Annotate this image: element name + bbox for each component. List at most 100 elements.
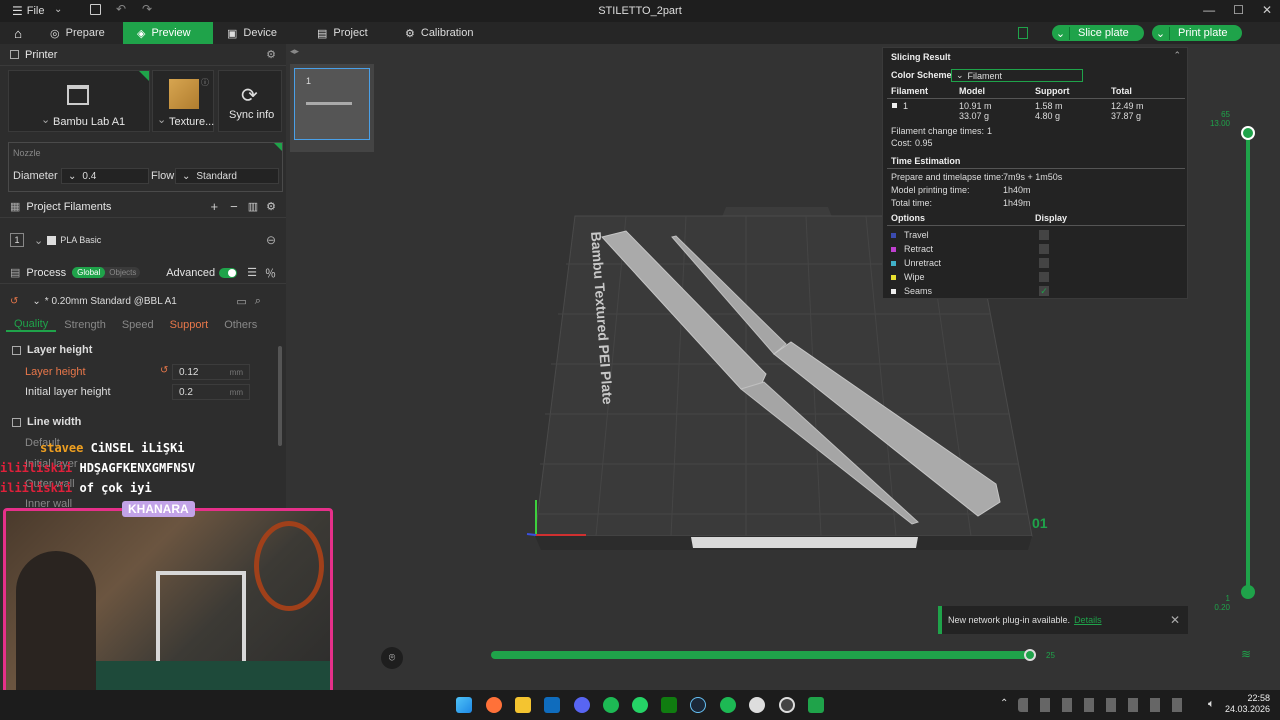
initial-layer-height-input[interactable]: 0.2 mm [172,384,250,400]
layer-height-reset-icon[interactable]: ↺ [160,365,168,376]
plate-dropdown-icon[interactable]: ⌄ [157,113,166,126]
overlay-message-2: HDŞAGFKENXGMFNSV [79,461,196,475]
chatgpt-icon[interactable] [749,697,765,713]
process-section-header: ▤ Process Global Objects Advanced ☰ ％ [0,262,286,284]
option-seams-checkbox[interactable]: ✓ [1039,286,1049,296]
tab-prepare[interactable]: ◎ Prepare [36,22,123,44]
discord-icon[interactable] [574,697,590,713]
filament-header-icon: ▦ [10,201,21,213]
print-plate-button[interactable]: ⌄ Print plate [1152,25,1242,41]
home-icon[interactable]: ⌂ [0,22,36,44]
file-explorer-icon[interactable] [515,697,531,713]
layer-slider-top-handle[interactable] [1241,126,1255,140]
plate-settings-icon[interactable] [1018,27,1028,39]
layer-bottom-height: 0.20 [1214,603,1230,612]
model-printing-time-value: 1h40m [1003,185,1031,195]
color-scheme-select[interactable]: ⌄ Filament [951,69,1083,82]
plate-type-card[interactable]: ⓘ ⌄ Texture... [152,70,214,132]
diameter-select[interactable]: ⌄ 0.4 [61,168,149,184]
maximize-icon[interactable]: ☐ [1233,3,1244,17]
tab-project[interactable]: ▤ Project [303,22,391,44]
option-travel-checkbox[interactable] [1039,230,1049,240]
sync-info-label: Sync info [229,109,275,121]
filament-remove-icon[interactable]: ⊖ [266,233,276,247]
steam-icon[interactable] [690,697,706,713]
filament-row[interactable]: 1 ⌄ PLA Basic ⊖ [10,230,276,250]
tab-others[interactable]: Others [216,319,265,331]
layer-slider-bottom-handle[interactable] [1241,585,1255,599]
tray-chevron-icon[interactable]: ⌃ [1000,698,1008,709]
printer-model-card[interactable]: ⌄ Bambu Lab A1 [8,70,150,132]
start-menu-icon[interactable] [456,697,472,713]
xbox-icon[interactable] [661,697,677,713]
sync-info-button[interactable]: ⟳ Sync info [218,70,282,132]
slice-plate-button[interactable]: ⌄ Slice plate [1052,25,1144,41]
print-dropdown-icon[interactable]: ⌄ [1152,26,1170,40]
filament-sync-icon[interactable]: ▥ [248,200,258,213]
save-preset-icon[interactable]: ▭ [236,295,246,308]
global-objects-toggle[interactable]: Global Objects [72,267,141,278]
filament-chevron-icon[interactable]: ⌄ [34,234,43,247]
printer-model-dropdown-icon[interactable]: ⌄ [41,113,50,126]
printer-settings-gear-icon[interactable]: ⚙ [266,48,276,61]
printer-icon [67,85,89,105]
option-unretract-checkbox[interactable] [1039,258,1049,268]
layer-height-input[interactable]: 0.12 mm [172,364,250,380]
process-preset-select[interactable]: ⌄ * 0.20mm Standard @BBL A1 [26,293,227,309]
firefox-icon[interactable] [486,697,502,713]
advanced-toggle-switch[interactable] [219,267,238,278]
global-toggle-option[interactable]: Global [72,267,106,278]
option-wipe-checkbox[interactable] [1039,272,1049,282]
filament-settings-gear-icon[interactable]: ⚙ [266,200,276,213]
minimize-icon[interactable]: — [1203,3,1215,17]
col-filament-header: Filament [891,86,929,96]
slice-dropdown-icon[interactable]: ⌄ [1052,26,1070,40]
tab-calibration[interactable]: ⚙ Calibration [391,22,487,44]
tab-speed[interactable]: Speed [114,319,162,331]
spotify-second-icon[interactable] [720,697,736,713]
process-list-icon[interactable]: ☰ [247,266,257,279]
plate-type-label: Texture... [169,116,215,128]
volume-icon[interactable]: 🔈︎ [1208,698,1215,711]
tray-app-icons[interactable] [1018,698,1188,712]
view-toggle-icon[interactable]: ≋ [1241,647,1251,661]
screenshot-icon[interactable]: ⌾ [381,647,403,669]
tab-preview-label: Preview [151,27,191,39]
layer-slider[interactable] [1246,132,1250,592]
collapse-panel-icon[interactable]: ⌃ [1173,50,1181,61]
line-width-group-label: Line width [27,416,82,428]
filament-color-swatch[interactable] [47,235,57,245]
notification-close-icon[interactable]: ✕ [1170,613,1180,627]
initial-layer-height-unit: mm [229,387,243,397]
spotify-icon[interactable] [603,697,619,713]
whatsapp-icon[interactable] [632,697,648,713]
bambu-studio-icon[interactable] [808,697,824,713]
clock-time: 22:58 [1247,693,1270,703]
flow-select[interactable]: ⌄ Standard [175,168,279,184]
remove-filament-icon[interactable]: − [230,199,238,214]
obs-icon[interactable] [779,697,795,713]
move-slider-track[interactable] [491,651,1031,659]
tab-strength[interactable]: Strength [56,319,114,331]
prepare-icon: ◎ [50,27,60,40]
close-icon[interactable]: ✕ [1262,3,1272,17]
tab-support[interactable]: Support [162,319,217,331]
reset-preset-icon[interactable]: ↺ [10,296,18,307]
tab-quality[interactable]: Quality [6,318,57,332]
tab-device[interactable]: ▣ Device [213,22,303,44]
filament-name: PLA Basic [60,235,102,245]
objects-toggle-option[interactable]: Objects [105,267,140,278]
filaments-section-header: ▦ Project Filaments + − ▥ ⚙ [0,196,286,218]
search-settings-icon[interactable]: ⌕ [255,295,261,308]
notification-details-link[interactable]: Details [1074,615,1102,625]
outlook-icon[interactable] [544,697,560,713]
taskbar-clock[interactable]: 22:58 24.03.2026 [1222,693,1270,715]
process-compare-icon[interactable]: ％ [265,265,276,281]
tab-preview[interactable]: ◈ Preview [123,22,213,44]
process-tabs: Quality Strength Speed Support Others [0,314,286,336]
add-filament-icon[interactable]: + [211,199,219,214]
settings-scrollbar[interactable] [278,346,282,446]
option-retract-checkbox[interactable] [1039,244,1049,254]
plate-info-icon[interactable]: ⓘ [201,77,209,88]
move-slider-handle[interactable] [1024,649,1036,661]
